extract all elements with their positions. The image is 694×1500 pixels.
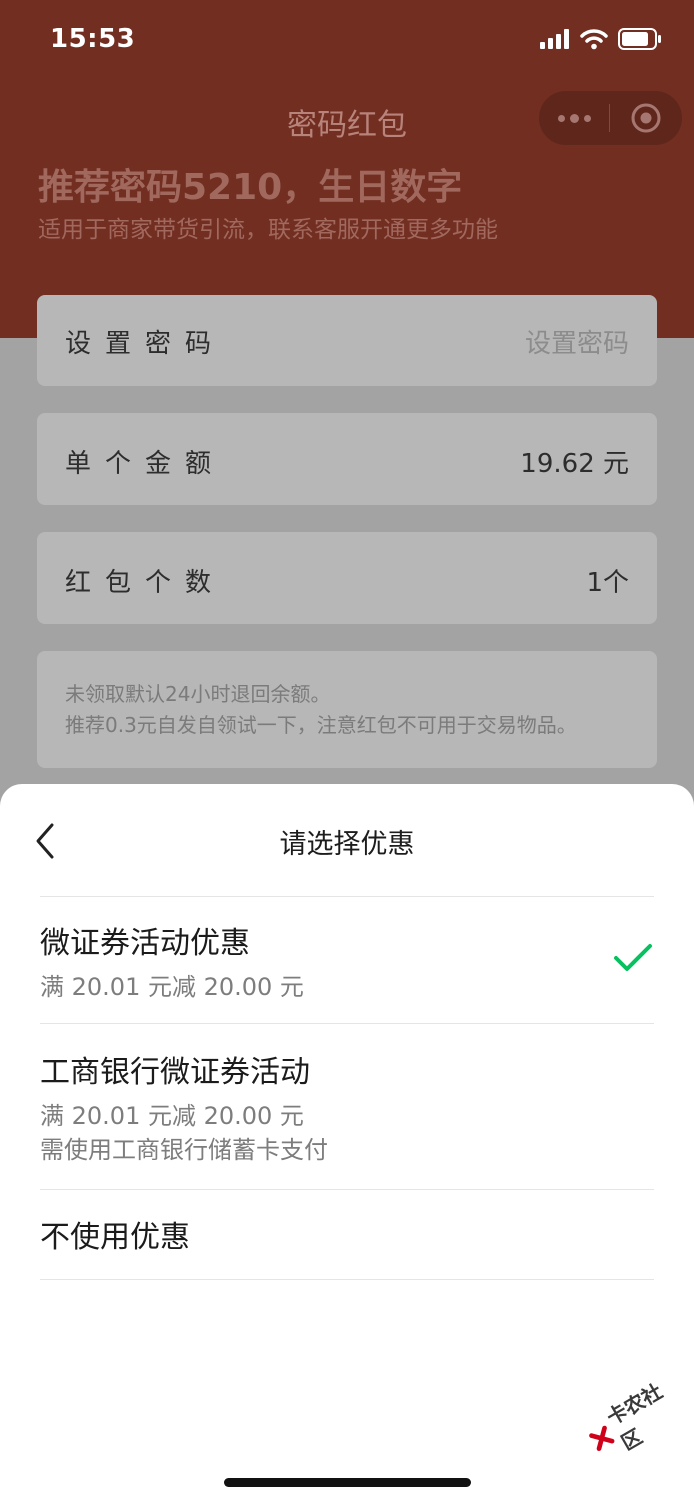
option-title: 不使用优惠: [40, 1220, 190, 1255]
option-wechat-securities[interactable]: 微证券活动优惠 满 20.01 元减 20.00 元: [40, 918, 654, 1004]
status-icons: [540, 28, 662, 50]
amount-label: 单个金额: [65, 449, 226, 479]
check-icon: [614, 944, 652, 971]
status-time: 15:53: [50, 24, 136, 54]
option-desc: 满 20.01 元减 20.00 元: [40, 1102, 304, 1130]
count-label: 红包个数: [65, 568, 226, 598]
option-title: 工商银行微证券活动: [40, 1055, 310, 1090]
target-icon[interactable]: [610, 102, 682, 134]
hero-title: 推荐密码5210，生日数字: [38, 167, 463, 208]
notice-box: 未领取默认24小时退回余额。 推荐0.3元自发自领试一下，注意红包不可用于交易物…: [37, 651, 657, 768]
option-desc: 需使用工商银行储蓄卡支付: [40, 1136, 328, 1164]
hero-subtitle: 适用于商家带货引流，联系客服开通更多功能: [38, 217, 498, 243]
divider: [40, 1189, 654, 1190]
amount-value[interactable]: 19.62 元: [520, 443, 629, 480]
password-label: 设置密码: [65, 329, 226, 359]
notice-line: 推荐0.3元自发自领试一下，注意红包不可用于交易物品。: [65, 713, 577, 737]
battery-icon: [618, 28, 661, 50]
option-title: 微证券活动优惠: [40, 926, 250, 961]
mini-program-capsule: [539, 91, 682, 145]
sheet-title: 请选择优惠: [279, 829, 415, 860]
notice-line: 未领取默认24小时退回余额。: [65, 682, 331, 706]
more-icon[interactable]: [539, 113, 609, 123]
count-value[interactable]: 1个: [586, 562, 629, 599]
option-no-discount[interactable]: 不使用优惠: [40, 1212, 654, 1256]
password-field[interactable]: 设置密码 设置密码: [37, 295, 657, 386]
divider: [40, 1023, 654, 1024]
wifi-icon: [580, 29, 608, 50]
divider: [40, 1279, 654, 1280]
divider: [40, 896, 654, 897]
count-field[interactable]: 红包个数 1个: [37, 532, 657, 624]
signal-icon: [540, 29, 569, 49]
amount-field[interactable]: 单个金额 19.62 元: [37, 413, 657, 505]
home-indicator[interactable]: [224, 1478, 471, 1487]
option-icbc-securities[interactable]: 工商银行微证券活动 满 20.01 元减 20.00 元 需使用工商银行储蓄卡支…: [40, 1047, 654, 1167]
password-input[interactable]: 设置密码: [525, 323, 629, 360]
option-desc: 满 20.01 元减 20.00 元: [40, 973, 304, 1001]
